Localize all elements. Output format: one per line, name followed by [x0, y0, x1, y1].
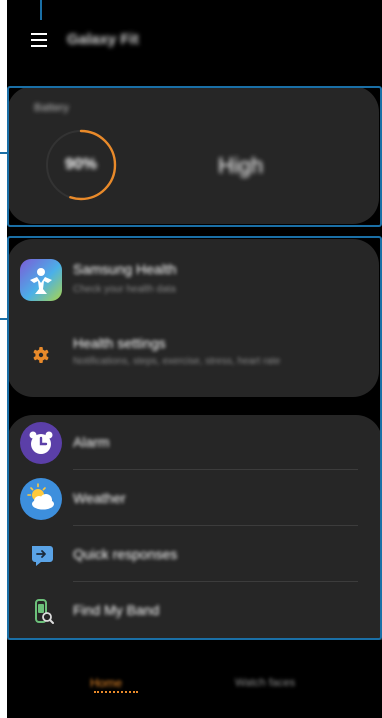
callout-box-battery: [7, 86, 382, 227]
app-header: Galaxy Fit: [7, 0, 382, 80]
tab-home[interactable]: Home: [90, 676, 122, 690]
bottom-navigation: Home Watch faces: [7, 643, 382, 718]
callout-line: [40, 0, 42, 20]
tab-watch-faces[interactable]: Watch faces: [235, 677, 295, 689]
callout-line: [0, 152, 9, 154]
hamburger-menu-icon[interactable]: [29, 30, 51, 50]
callout-line: [0, 318, 9, 320]
page-title: Galaxy Fit: [67, 31, 139, 48]
tab-home-indicator: [94, 691, 138, 693]
callout-box-menu: [7, 236, 382, 640]
